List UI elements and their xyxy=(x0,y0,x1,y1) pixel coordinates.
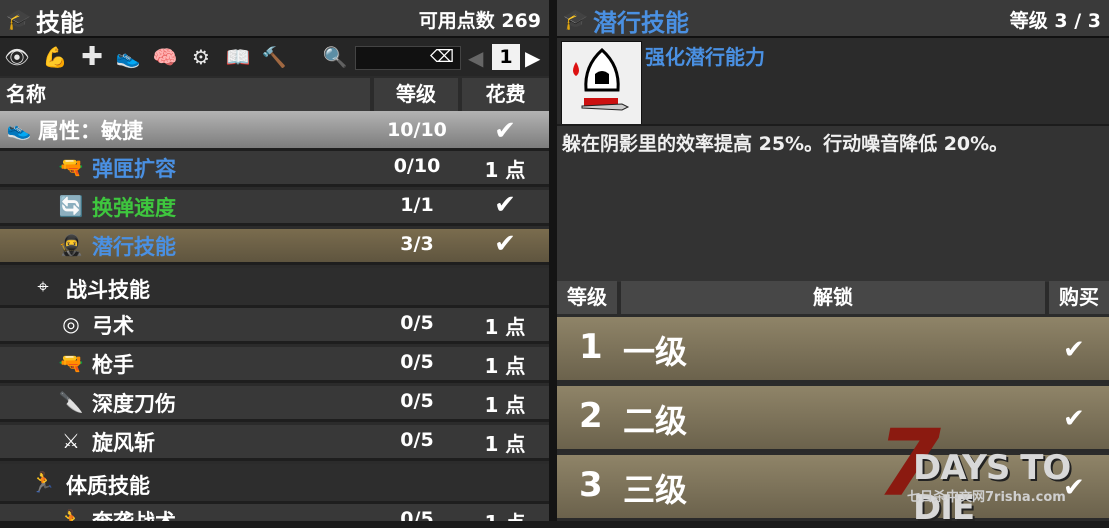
category-name: 战斗技能 xyxy=(66,278,150,302)
skill-level: 0/5 xyxy=(400,429,434,451)
skill-cost: 1 点 xyxy=(484,315,526,339)
skill-level: 0/5 xyxy=(400,390,434,412)
skill-cost-check: ✔ xyxy=(494,190,516,220)
category-combat[interactable]: ⌖ 战斗技能 xyxy=(0,268,549,308)
column-header-level: 等级 xyxy=(374,78,458,111)
prev-page-icon[interactable]: ◀ xyxy=(468,46,483,70)
perk-description-box: 躲在阴影里的效率提高 25%。行动噪音降低 20%。 xyxy=(557,124,1109,282)
skills-title: 技能 xyxy=(36,9,84,37)
skill-name: 奔袭战术 xyxy=(92,506,176,521)
shoe-icon: 👟 xyxy=(6,117,32,141)
running-man-icon: 🏃 xyxy=(30,470,56,494)
unlock-number: 1 xyxy=(579,327,603,367)
skill-name: 枪手 xyxy=(92,353,134,377)
hooded-figure-icon: 🥷 xyxy=(58,233,84,257)
skills-panel: 🎓 技能 可用点数 269 👁 💪 ✚ 👟 🧠 ⚙ 📖 🔨 🔍 ⌫ ◀ 1 ▶ … xyxy=(0,0,549,521)
skill-name: 属性：敏捷 xyxy=(38,119,143,143)
skill-level: 0/5 xyxy=(400,312,434,334)
skills-title-bar: 🎓 技能 可用点数 269 xyxy=(0,0,549,38)
crosshair-icon: ⌖ xyxy=(37,274,49,298)
skill-row-run-and-gun[interactable]: 🏃 奔袭战术 0/5 1 点 xyxy=(0,504,549,521)
knife-icon: 🔪 xyxy=(58,390,84,414)
skill-row-stealth-selected[interactable]: 🥷 潜行技能 3/3 ✔ xyxy=(0,229,549,265)
skill-level: 10/10 xyxy=(387,119,447,141)
skill-level: 0/5 xyxy=(400,508,434,521)
skill-row-archery[interactable]: ◎ 弓术 0/5 1 点 xyxy=(0,308,549,344)
check-icon: ✔ xyxy=(1063,335,1085,365)
perk-icon xyxy=(561,41,642,125)
brain-icon[interactable]: 🧠 xyxy=(152,44,178,70)
unlock-header-buy: 购买 xyxy=(1049,281,1109,314)
skill-name: 旋风斩 xyxy=(92,431,155,455)
search-icon: 🔍 xyxy=(322,45,348,69)
unlock-number: 3 xyxy=(579,465,603,505)
clear-search-icon[interactable]: ⌫ xyxy=(430,47,454,67)
arm-icon[interactable]: 💪 xyxy=(42,44,68,70)
perk-level: 等级 3 / 3 xyxy=(1009,10,1101,32)
game-logo-watermark: 7 DAYS TO DIE 七日杀中文网7risha.com xyxy=(877,418,1099,528)
skill-cost: 1 点 xyxy=(484,432,526,456)
logo-subtitle: 七日杀中文网7risha.com xyxy=(907,490,1066,505)
skill-row-deep-cuts[interactable]: 🔪 深度刀伤 0/5 1 点 xyxy=(0,386,549,422)
perk-description: 躲在阴影里的效率提高 25%。行动噪音降低 20%。 xyxy=(562,133,1009,155)
page-number: 1 xyxy=(492,44,520,70)
plus-icon[interactable]: ✚ xyxy=(79,44,105,70)
available-points: 可用点数 269 xyxy=(418,10,541,32)
pistol-icon: 🔫 xyxy=(58,351,84,375)
gear-icon[interactable]: ⚙ xyxy=(188,44,214,70)
crossed-swords-icon: ⚔ xyxy=(62,429,80,453)
skill-cost: 1 点 xyxy=(484,158,526,182)
next-page-icon[interactable]: ▶ xyxy=(525,46,540,70)
unlock-header-level: 等级 xyxy=(557,281,617,314)
attribute-row-agility[interactable]: 👟 属性：敏捷 10/10 ✔ xyxy=(0,111,549,151)
magazine-icon: 🔫 xyxy=(58,155,84,179)
target-icon: ◎ xyxy=(62,312,80,336)
skill-name: 弹匣扩容 xyxy=(92,157,176,181)
unlock-name: 二级 xyxy=(623,402,688,440)
unlock-number: 2 xyxy=(579,396,603,436)
column-header-cost: 花费 xyxy=(462,78,549,111)
category-fortitude[interactable]: 🏃 体质技能 xyxy=(0,464,549,504)
column-header-name: 名称 xyxy=(0,78,370,111)
hooded-figure-icon xyxy=(573,47,630,111)
skill-cost: 1 点 xyxy=(462,507,548,521)
skill-name: 换弹速度 xyxy=(92,196,176,220)
unlock-header-unlock: 解锁 xyxy=(621,281,1045,314)
skill-row-gunslinger[interactable]: 🔫 枪手 0/5 1 点 xyxy=(0,347,549,383)
hammer-icon[interactable]: 🔨 xyxy=(261,44,287,70)
panel-divider xyxy=(549,0,557,521)
running-man-icon: 🏃 xyxy=(58,508,84,521)
filter-toolbar: 👁 💪 ✚ 👟 🧠 ⚙ 📖 🔨 🔍 ⌫ ◀ 1 ▶ xyxy=(0,38,549,76)
skill-cost-check: ✔ xyxy=(494,229,516,259)
column-header-name-label: 名称 xyxy=(6,82,46,106)
category-name: 体质技能 xyxy=(66,474,150,498)
graduation-cap-icon: 🎓 xyxy=(563,7,588,31)
unlock-name: 一级 xyxy=(623,333,688,371)
eye-icon[interactable]: 👁 xyxy=(4,44,30,70)
unlock-name: 三级 xyxy=(623,471,688,509)
skill-name: 深度刀伤 xyxy=(92,392,176,416)
skill-name: 弓术 xyxy=(92,314,134,338)
skill-level: 3/3 xyxy=(400,233,434,255)
perk-name: 强化潜行能力 xyxy=(645,45,765,69)
perk-title-bar: 🎓 潜行技能 等级 3 / 3 xyxy=(557,0,1109,38)
skill-cost: 1 点 xyxy=(484,354,526,378)
reload-icon: 🔄 xyxy=(58,194,84,218)
skill-row-reload[interactable]: 🔄 换弹速度 1/1 ✔ xyxy=(0,190,549,226)
skill-cost: 1 点 xyxy=(484,393,526,417)
skill-row-magazine[interactable]: 🔫 弹匣扩容 0/10 1 点 xyxy=(0,151,549,187)
skill-row-whirlwind[interactable]: ⚔ 旋风斩 0/5 1 点 xyxy=(0,425,549,461)
skill-name: 潜行技能 xyxy=(92,235,176,259)
graduation-cap-icon: 🎓 xyxy=(6,7,31,31)
perk-title: 潜行技能 xyxy=(593,9,689,37)
skill-level: 1/1 xyxy=(400,194,434,216)
unlock-row-1[interactable]: 1 一级 ✔ xyxy=(557,317,1109,383)
skill-level: 0/10 xyxy=(393,155,441,177)
skill-level: 0/5 xyxy=(400,351,434,373)
skill-cost-check: ✔ xyxy=(494,116,516,146)
book-icon[interactable]: 📖 xyxy=(225,44,251,70)
shoe-icon[interactable]: 👟 xyxy=(115,44,141,70)
